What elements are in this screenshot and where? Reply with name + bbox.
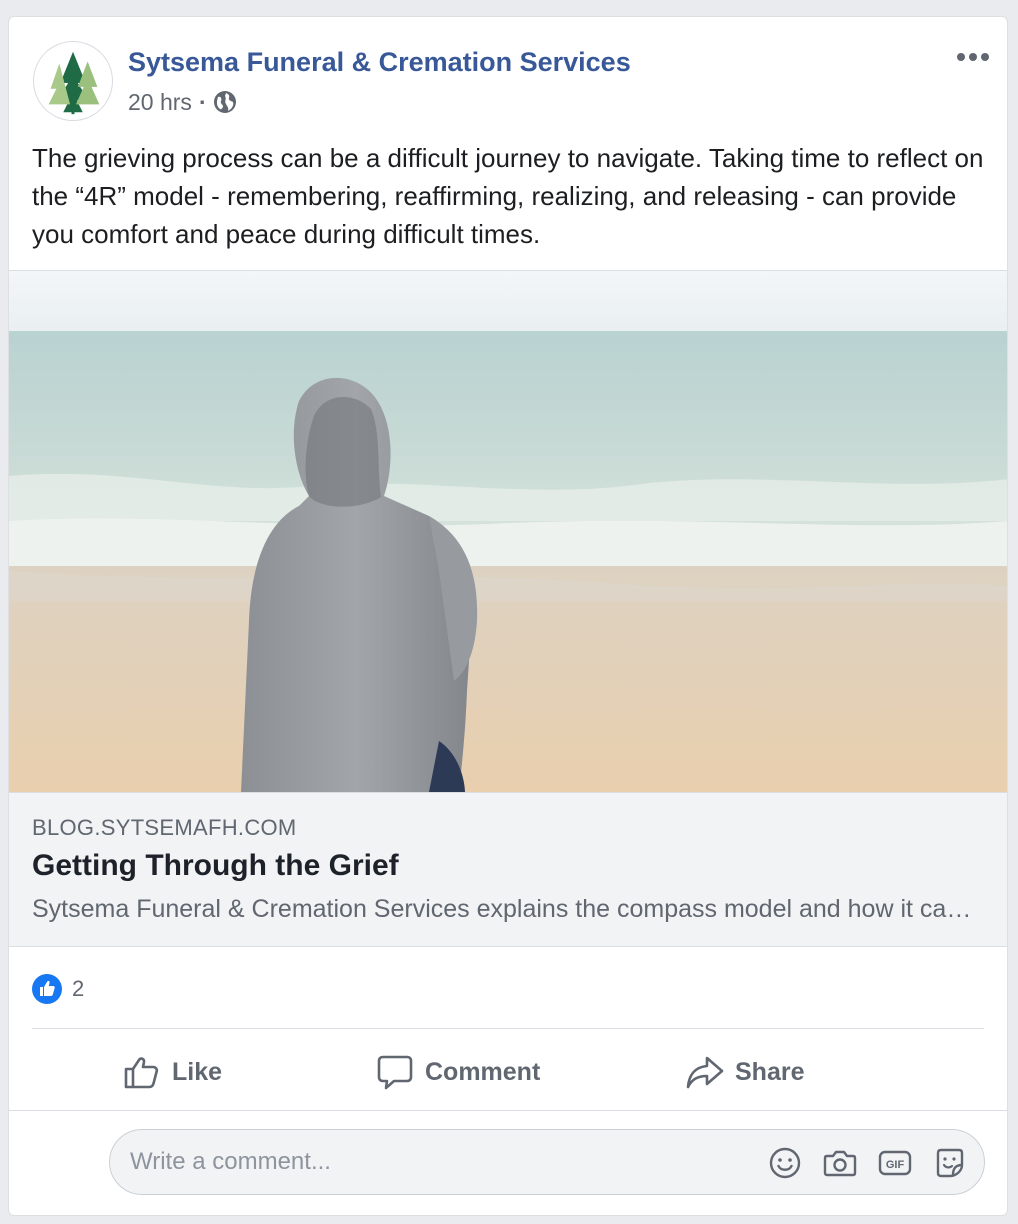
- reaction-count: 2: [72, 976, 85, 1001]
- emoji-icon: [769, 1147, 801, 1179]
- emoji-button[interactable]: [765, 1143, 805, 1183]
- link-preview-info[interactable]: BLOG.SYTSEMAFH.COM Getting Through the G…: [9, 792, 1007, 947]
- gif-icon: GIF: [878, 1150, 912, 1176]
- beach-photo-image: [9, 271, 1007, 792]
- share-label: Share: [735, 1057, 805, 1086]
- gif-button[interactable]: GIF: [875, 1143, 915, 1183]
- page-name-link[interactable]: Sytsema Funeral & Cremation Services: [128, 47, 631, 78]
- post-text: The grieving process can be a difficult …: [32, 143, 984, 249]
- like-button[interactable]: Like: [122, 1037, 222, 1107]
- post-timestamp[interactable]: 20 hrs: [128, 89, 192, 116]
- comment-composer: GIF: [109, 1129, 985, 1195]
- post-header: Sytsema Funeral & Cremation Services 20 …: [9, 17, 1007, 127]
- photo-button[interactable]: [820, 1143, 860, 1183]
- composer-icons: GIF: [750, 1143, 970, 1183]
- divider: [9, 1110, 1007, 1111]
- more-dots-icon: [957, 53, 989, 61]
- thumbs-up-icon: [124, 1057, 159, 1089]
- post-meta: 20 hrs ·: [128, 87, 237, 117]
- svg-text:GIF: GIF: [886, 1159, 905, 1171]
- tree-logo-icon: [48, 51, 100, 115]
- comment-button[interactable]: Comment: [375, 1037, 540, 1107]
- more-options-button[interactable]: [955, 45, 991, 69]
- meta-separator: ·: [198, 88, 207, 115]
- speech-bubble-icon: [377, 1055, 413, 1090]
- link-domain: BLOG.SYTSEMAFH.COM: [32, 815, 297, 840]
- sticker-button[interactable]: [930, 1143, 970, 1183]
- post-card: Sytsema Funeral & Cremation Services 20 …: [8, 16, 1008, 1216]
- camera-icon: [823, 1150, 857, 1177]
- globe-icon[interactable]: [213, 90, 237, 114]
- link-preview-image[interactable]: [9, 271, 1007, 792]
- page-avatar[interactable]: [33, 41, 113, 121]
- sticker-icon: [936, 1148, 964, 1178]
- post-actions: Like Comment Share: [9, 1037, 1007, 1107]
- link-title[interactable]: Getting Through the Grief: [32, 849, 399, 883]
- share-button[interactable]: Share: [685, 1037, 804, 1107]
- comment-label: Comment: [425, 1057, 541, 1086]
- link-description: Sytsema Funeral & Cremation Services exp…: [32, 895, 982, 923]
- divider: [32, 1028, 984, 1029]
- like-label: Like: [172, 1057, 223, 1086]
- share-arrow-icon: [686, 1056, 724, 1089]
- reactions-summary[interactable]: 2: [32, 972, 84, 1006]
- comment-input[interactable]: [130, 1140, 730, 1184]
- like-reaction-icon: [32, 974, 62, 1004]
